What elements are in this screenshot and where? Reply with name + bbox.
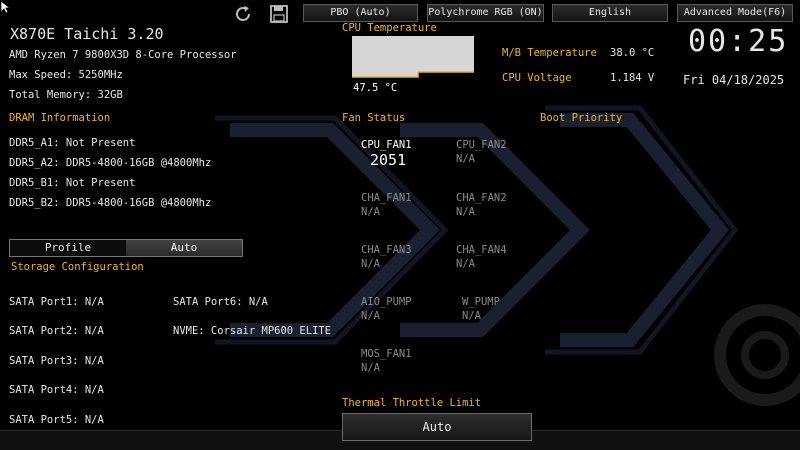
- cpu-voltage-value: 1.184 V: [610, 72, 655, 84]
- auto-option[interactable]: Auto: [126, 240, 242, 256]
- mb-temp-label: M/B Temperature: [502, 47, 597, 59]
- board-title: X870E Taichi 3.20: [10, 25, 164, 43]
- cpu-voltage-label: CPU Voltage: [502, 72, 572, 84]
- fan-value: 2051: [370, 151, 407, 169]
- sata-port: SATA Port1: N/A: [9, 296, 104, 308]
- nvme-device: NVME: Corsair MP600 ELITE: [173, 325, 332, 337]
- fan-value: N/A: [456, 206, 475, 218]
- max-speed: Max Speed: 5250MHz: [9, 69, 123, 81]
- sata-port: SATA Port5: N/A: [9, 414, 104, 426]
- sata-port: SATA Port4: N/A: [9, 384, 104, 396]
- mb-temp-value: 38.0 °C: [610, 47, 655, 59]
- fan-value: N/A: [361, 310, 380, 322]
- dram-heading: DRAM Information: [9, 112, 111, 124]
- fan-name: CPU_FAN2: [456, 139, 507, 151]
- advanced-mode-button[interactable]: Advanced Mode(F6): [677, 4, 793, 22]
- fan-name: CPU_FAN1: [361, 139, 412, 151]
- fan-status-heading: Fan Status: [342, 112, 406, 124]
- fan-name: CHA_FAN1: [361, 192, 412, 204]
- sata-port: SATA Port3: N/A: [9, 355, 104, 367]
- mouse-cursor-icon: [0, 0, 12, 14]
- fan-value: N/A: [456, 258, 475, 270]
- cpu-temp-heading: CPU Temperature: [342, 22, 437, 34]
- profile-toggle[interactable]: Profile Auto: [9, 239, 243, 257]
- dram-slot: DDR5_B2: DDR5-4800-16GB @4800Mhz: [9, 197, 212, 209]
- dram-slot: DDR5_A1: Not Present: [9, 137, 136, 149]
- thermal-throttle-heading: Thermal Throttle Limit: [342, 397, 482, 409]
- save-icon[interactable]: [268, 3, 290, 25]
- profile-option[interactable]: Profile: [10, 240, 126, 256]
- dram-slot: DDR5_B1: Not Present: [9, 177, 136, 189]
- total-memory: Total Memory: 32GB: [9, 89, 123, 101]
- language-button[interactable]: English: [552, 4, 668, 22]
- storage-heading: Storage Configuration: [11, 261, 144, 273]
- polychrome-rgb-button[interactable]: Polychrome RGB (ON): [427, 4, 544, 22]
- cpu-temp-value: 47.5 °C: [353, 82, 398, 94]
- fan-value: N/A: [456, 153, 475, 165]
- sata-port: SATA Port6: N/A: [173, 296, 268, 308]
- fan-name: CHA_FAN3: [361, 244, 412, 256]
- clock-time: 00:25: [688, 24, 789, 59]
- thermal-throttle-select[interactable]: Auto: [342, 413, 532, 441]
- fan-name: CHA_FAN2: [456, 192, 507, 204]
- refresh-icon[interactable]: [232, 3, 254, 25]
- fan-value: N/A: [361, 258, 380, 270]
- fan-name: MOS_FAN1: [361, 348, 412, 360]
- pbo-button[interactable]: PBO (Auto): [303, 4, 418, 22]
- fan-value: N/A: [361, 206, 380, 218]
- sata-port: SATA Port2: N/A: [9, 325, 104, 337]
- fan-name: AIO_PUMP: [361, 296, 412, 308]
- fan-name: CHA_FAN4: [456, 244, 507, 256]
- fan-name: W_PUMP: [462, 296, 500, 308]
- fan-value: N/A: [462, 310, 481, 322]
- boot-priority-heading: Boot Priority: [540, 112, 623, 124]
- clock-date: Fri 04/18/2025: [683, 73, 785, 87]
- fan-value: N/A: [361, 362, 380, 374]
- dram-slot: DDR5_A2: DDR5-4800-16GB @4800Mhz: [9, 157, 212, 169]
- cpu-name: AMD Ryzen 7 9800X3D 8-Core Processor: [9, 49, 237, 61]
- cpu-temp-graph: 47.5 °C: [352, 36, 474, 97]
